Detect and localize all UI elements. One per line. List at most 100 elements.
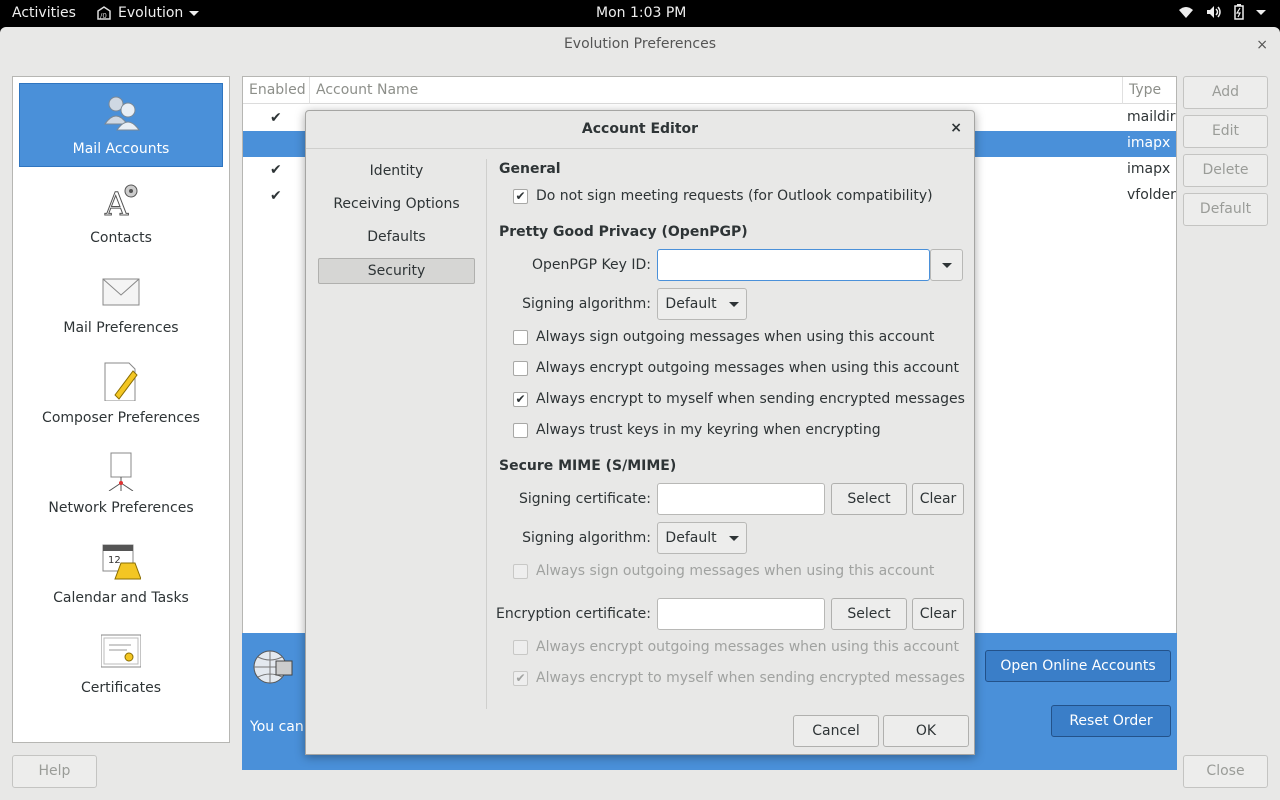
checkbox-label: Do not sign meeting requests (for Outloo…: [536, 188, 933, 204]
close-button[interactable]: Close: [1183, 755, 1268, 788]
enabled-checkbox[interactable]: ✔: [270, 110, 282, 126]
open-online-accounts-button[interactable]: Open Online Accounts: [985, 650, 1171, 682]
encryption-certificate-select-button[interactable]: Select: [831, 598, 907, 630]
section-title-smime: Secure MIME (S/MIME): [499, 458, 677, 474]
sidebar-item-mail-preferences[interactable]: Mail Preferences: [19, 263, 223, 347]
checkbox-label: Always encrypt to myself when sending en…: [536, 670, 965, 686]
signing-certificate-select-button[interactable]: Select: [831, 483, 907, 515]
svg-text:12: 12: [108, 555, 121, 566]
openpgp-key-dropdown[interactable]: [930, 249, 963, 281]
delete-button[interactable]: Delete: [1183, 154, 1268, 187]
wifi-icon: [1179, 7, 1193, 18]
column-header-account-name[interactable]: Account Name: [316, 82, 418, 98]
sidebar-item-certificates[interactable]: Certificates: [19, 623, 223, 707]
enabled-checkbox[interactable]: ✔: [270, 162, 282, 178]
checkbox[interactable]: ✔: [513, 391, 528, 407]
preferences-sidebar: Mail Accounts A Contacts Mail Preference…: [12, 76, 230, 743]
chevron-down-icon: [941, 262, 952, 268]
edit-button[interactable]: Edit: [1183, 115, 1268, 148]
chevron-down-icon: [1256, 9, 1266, 15]
sidebar-item-label: Mail Preferences: [63, 320, 179, 336]
checkbox-label: Always encrypt outgoing messages when us…: [536, 639, 960, 655]
sidebar-item-label: Composer Preferences: [42, 410, 200, 426]
sidebar-item-label: Mail Accounts: [72, 141, 170, 157]
pgp-always-sign-row[interactable]: Always sign outgoing messages when using…: [513, 329, 934, 345]
online-accounts-icon: [253, 650, 293, 684]
sidebar-item-mail-accounts[interactable]: Mail Accounts: [19, 83, 223, 167]
checkbox[interactable]: ✔: [513, 670, 528, 686]
sidebar-item-calendar-and-tasks[interactable]: 12 Calendar and Tasks: [19, 533, 223, 617]
sidebar-item-label: Network Preferences: [48, 500, 194, 516]
add-button[interactable]: Add: [1183, 76, 1268, 109]
nav-item-identity[interactable]: Identity: [318, 159, 475, 185]
smime-signing-algorithm-label: Signing algorithm:: [522, 530, 651, 546]
chevron-down-icon: [189, 10, 200, 16]
checkbox[interactable]: [513, 422, 528, 438]
enabled-checkbox[interactable]: ✔: [270, 188, 282, 204]
smime-encrypt-to-myself-row[interactable]: ✔ Always encrypt to myself when sending …: [513, 670, 965, 686]
composer-icon: [104, 362, 138, 401]
select-value: Default: [665, 530, 717, 546]
smime-always-sign-row[interactable]: Always sign outgoing messages when using…: [513, 563, 934, 579]
pgp-signing-algorithm-label: Signing algorithm:: [522, 296, 651, 312]
pgp-signing-algorithm-select[interactable]: Default: [657, 288, 747, 320]
app-menu[interactable]: /0 Evolution: [96, 5, 200, 21]
divider: [306, 148, 974, 149]
smime-signing-algorithm-select[interactable]: Default: [657, 522, 747, 554]
top-bar: Activities /0 Evolution Mon 1:03 PM: [0, 0, 1280, 27]
activities-button[interactable]: Activities: [12, 5, 76, 21]
nav-item-defaults[interactable]: Defaults: [318, 225, 475, 251]
clock[interactable]: Mon 1:03 PM: [596, 5, 686, 21]
meeting-requests-checkbox-row[interactable]: ✔ Do not sign meeting requests (for Outl…: [513, 188, 933, 204]
pgp-always-encrypt-row[interactable]: Always encrypt outgoing messages when us…: [513, 360, 959, 376]
account-editor-dialog: Account Editor × Identity Receiving Opti…: [305, 110, 975, 755]
close-icon[interactable]: ×: [950, 120, 962, 136]
encryption-certificate-input[interactable]: [657, 598, 825, 630]
info-bar-text: You can: [250, 719, 304, 735]
checkbox[interactable]: [513, 563, 528, 579]
pgp-encrypt-to-myself-row[interactable]: ✔ Always encrypt to myself when sending …: [513, 391, 965, 407]
smime-always-encrypt-row[interactable]: Always encrypt outgoing messages when us…: [513, 639, 959, 655]
window-title: Evolution Preferences: [563, 36, 717, 52]
close-icon[interactable]: ×: [1256, 37, 1268, 53]
default-button[interactable]: Default: [1183, 193, 1268, 226]
sidebar-item-label: Calendar and Tasks: [53, 590, 189, 606]
signing-certificate-input[interactable]: [657, 483, 825, 515]
divider: [486, 159, 487, 709]
cancel-button[interactable]: Cancel: [793, 715, 879, 747]
nav-item-security[interactable]: Security: [318, 258, 475, 284]
sidebar-item-composer-preferences[interactable]: Composer Preferences: [19, 353, 223, 437]
nav-item-receiving-options[interactable]: Receiving Options: [318, 192, 475, 218]
svg-text:/0: /0: [100, 12, 107, 20]
column-header-enabled[interactable]: Enabled: [249, 82, 306, 98]
pgp-trust-keys-row[interactable]: Always trust keys in my keyring when enc…: [513, 422, 881, 438]
sidebar-item-network-preferences[interactable]: Network Preferences: [19, 443, 223, 527]
ok-button[interactable]: OK: [883, 715, 969, 747]
sidebar-item-contacts[interactable]: A Contacts: [19, 173, 223, 257]
help-button[interactable]: Help: [12, 755, 97, 788]
section-title-general: General: [499, 161, 561, 177]
checkbox[interactable]: [513, 639, 528, 655]
checkbox-label: Always sign outgoing messages when using…: [536, 329, 935, 345]
checkbox[interactable]: ✔: [513, 188, 528, 204]
app-menu-label: Evolution: [118, 5, 184, 21]
certificate-icon: [101, 634, 141, 668]
openpgp-key-label: OpenPGP Key ID:: [531, 257, 651, 273]
checkbox-label: Always encrypt outgoing messages when us…: [536, 360, 960, 376]
system-tray[interactable]: [1178, 4, 1266, 20]
checkbox[interactable]: [513, 329, 528, 345]
chevron-down-icon: [728, 535, 739, 541]
encryption-certificate-clear-button[interactable]: Clear: [912, 598, 964, 630]
evolution-app-icon: /0: [97, 6, 111, 20]
network-icon: [108, 452, 134, 491]
column-divider: [309, 77, 310, 104]
section-title-pgp: Pretty Good Privacy (OpenPGP): [499, 224, 748, 240]
checkbox[interactable]: [513, 360, 528, 376]
column-header-type[interactable]: Type: [1129, 82, 1161, 98]
openpgp-key-input[interactable]: [657, 249, 930, 281]
signing-certificate-clear-button[interactable]: Clear: [912, 483, 964, 515]
checkbox-label: Always encrypt to myself when sending en…: [536, 391, 965, 407]
signing-certificate-label: Signing certificate:: [519, 491, 651, 507]
battery-icon: [1234, 4, 1244, 20]
reset-order-button[interactable]: Reset Order: [1051, 705, 1171, 737]
